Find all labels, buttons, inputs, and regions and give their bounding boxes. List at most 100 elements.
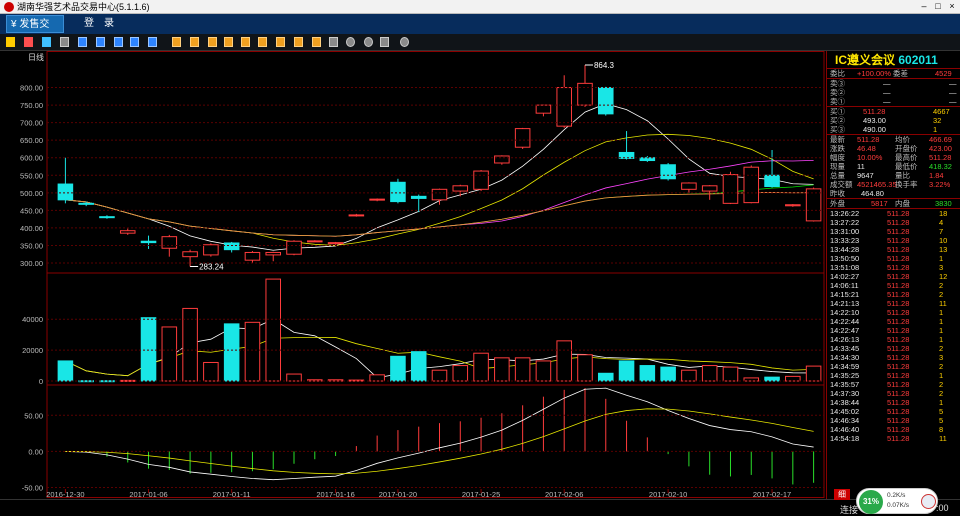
stat-label: 现量 (830, 162, 845, 171)
zoom-in-icon[interactable] (346, 37, 355, 47)
volume-bar (577, 354, 593, 382)
tick-time: 13:51:08 (830, 263, 860, 272)
bid-price: 493.00 (863, 116, 886, 125)
bid-label: 买① (830, 107, 845, 116)
price-tick-label: 700.00 (20, 119, 43, 128)
tick-time: 13:31:00 (830, 227, 860, 236)
volume-bar (431, 369, 448, 382)
tick-price: 511.28 (887, 317, 910, 326)
gear-icon[interactable] (400, 37, 409, 47)
stat-value: 46.48 (857, 144, 876, 153)
tool-3-icon[interactable] (208, 37, 217, 47)
network-speed-widget[interactable]: 31% 0.2K/s 0.07K/s (856, 488, 938, 514)
grid-icon[interactable] (78, 37, 87, 47)
candle-chart-icon[interactable] (42, 37, 51, 47)
tick-time: 13:26:22 (830, 209, 860, 218)
stat-row: 涨跌 46.48 开盘价 423.00 (827, 144, 960, 153)
window-title: 湖南华强艺术品交易中心(5.1.1.6) (17, 2, 150, 12)
tool-7-icon[interactable] (276, 37, 285, 47)
tick-price: 511.28 (887, 335, 910, 344)
tick-volume: 1 (939, 308, 944, 317)
tick-volume: 1 (939, 317, 944, 326)
tool-9-icon[interactable] (312, 37, 321, 47)
maximize-button[interactable]: □ (932, 1, 944, 12)
tick-volume: 18 (939, 209, 948, 218)
bid-label: 买③ (830, 125, 845, 134)
tick-volume: 3 (939, 263, 944, 272)
tick-row: 14:22:44 511.28 1 (827, 317, 960, 326)
tool-2-icon[interactable] (190, 37, 199, 47)
tick-row: 13:51:08 511.28 3 (827, 263, 960, 272)
date-tick-label: 2017-02-17 (753, 490, 791, 499)
candle-body (701, 185, 718, 192)
tick-price: 511.28 (887, 236, 910, 245)
weibi-row: 委比 +100.00% 委差 4529 (827, 69, 960, 78)
price-tick-label: 500.00 (20, 189, 43, 198)
volume-bar (57, 360, 74, 382)
detail-icon[interactable] (114, 37, 123, 47)
tick-time: 14:06:11 (830, 281, 859, 290)
tick-price: 511.28 (887, 407, 910, 416)
zoom-out-icon[interactable] (364, 37, 373, 47)
stat-value: 10.00% (857, 153, 883, 162)
stock-name: IC遵义会议 (835, 53, 896, 67)
candle-body (78, 202, 94, 205)
tool-1-icon[interactable] (172, 37, 181, 47)
tick-volume: 7 (939, 227, 944, 236)
edit-icon[interactable] (380, 37, 389, 47)
tick-time: 13:33:23 (830, 236, 860, 245)
tick-row: 13:31:00 511.28 7 (827, 227, 960, 236)
tick-list[interactable]: 13:26:22 511.28 18 13:27:22 511.28 4 13:31:00 5… (827, 209, 960, 443)
candle-body (660, 164, 676, 180)
tool-8-icon[interactable] (294, 37, 303, 47)
prev-close-row: 昨收 464.80 (827, 189, 960, 198)
quote-icon[interactable] (130, 37, 139, 47)
tab-login[interactable]: 登 录 (80, 15, 124, 33)
tick-price: 511.28 (887, 209, 910, 218)
tick-row: 14:45:02 511.28 5 (827, 407, 960, 416)
close-panel-icon[interactable] (148, 37, 157, 47)
tick-time: 14:38:44 (830, 398, 860, 407)
list-icon[interactable] (96, 37, 105, 47)
inner-label: 内盘 (895, 199, 910, 208)
tick-row: 13:27:22 511.28 4 (827, 218, 960, 227)
candle-body (203, 244, 219, 256)
window-icon[interactable] (60, 37, 69, 47)
bid-volume: 4667 (933, 107, 950, 116)
detail-tab[interactable]: 细 (834, 489, 850, 500)
tick-row: 14:06:11 511.28 2 (827, 281, 960, 290)
bid-volume: 32 (933, 116, 942, 125)
outer-label: 外盘 (830, 199, 845, 208)
candle-body (764, 174, 780, 187)
tick-row: 14:22:47 511.28 1 (827, 326, 960, 335)
title-bar: 湖南华强艺术品交易中心(5.1.1.6) – □ × (0, 0, 960, 14)
minimize-button[interactable]: – (918, 1, 930, 12)
ask-list: 卖③ — — 卖② — — 卖① — — (827, 79, 960, 106)
stat-value-2: 3.22% (929, 180, 951, 189)
tool-5-icon[interactable] (241, 37, 250, 47)
candle-body (514, 128, 531, 148)
tab-trade[interactable]: ¥ 发售交易 (6, 15, 64, 48)
bar-chart-icon[interactable] (6, 37, 15, 47)
macd-tick-label: 0.00 (28, 447, 43, 456)
tick-price: 511.28 (887, 299, 910, 308)
tick-row: 14:33:45 511.28 2 (827, 344, 960, 353)
close-button[interactable]: × (946, 1, 958, 12)
volume-bar (805, 365, 822, 382)
tool-6-icon[interactable] (258, 37, 267, 47)
tick-row: 14:22:10 511.28 1 (827, 308, 960, 317)
note-icon[interactable] (329, 37, 338, 47)
stat-value: 9647 (857, 171, 874, 180)
menu-bar: ¥ 发售交易 登 录 (0, 14, 960, 48)
axes: 800.00 750.00 700.00 650.00 600.00 550.00 500.… (20, 64, 824, 499)
tool-4-icon[interactable] (224, 37, 233, 47)
candle-body (140, 240, 157, 244)
volume-bar (556, 340, 572, 382)
tick-row: 14:46:34 511.28 5 (827, 416, 960, 425)
volume-bar (681, 369, 697, 382)
kline-chart[interactable]: 日线 800.00 750.00 700.00 650.00 600.00 550.00 5… (0, 51, 826, 499)
line-chart-icon[interactable] (24, 37, 33, 47)
price-tick-label: 300.00 (20, 259, 43, 268)
volume-bar (140, 317, 157, 382)
tick-price: 511.28 (887, 434, 910, 443)
